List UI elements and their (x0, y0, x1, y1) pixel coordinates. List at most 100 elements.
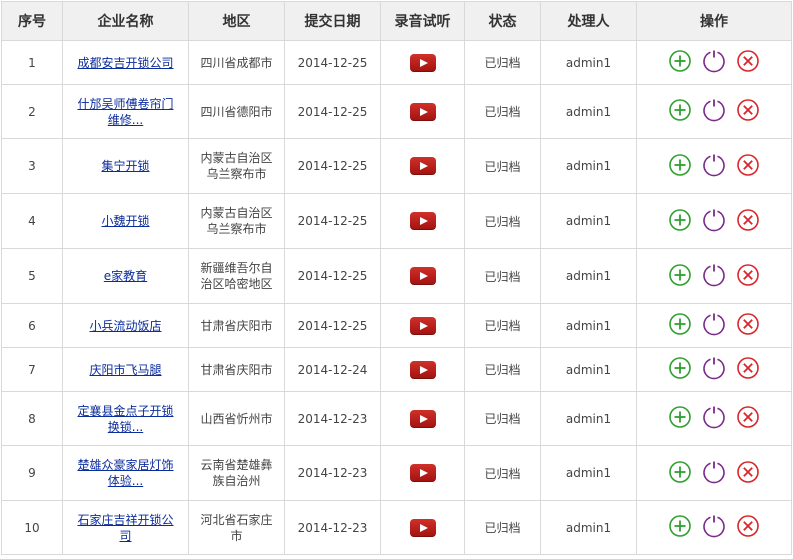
play-icon[interactable] (409, 316, 436, 335)
reset-circle-icon[interactable] (702, 514, 726, 538)
reset-circle-icon[interactable] (702, 263, 726, 287)
actions-cell (636, 347, 792, 392)
reset-circle-icon[interactable] (702, 98, 726, 122)
actions-cell (636, 500, 792, 555)
company-link[interactable]: 庆阳市飞马腿 (89, 362, 161, 378)
date-cell: 2014-12-25 (284, 248, 381, 304)
reset-circle-icon[interactable] (702, 405, 726, 429)
add-circle-icon[interactable] (668, 356, 692, 380)
reset-circle-icon[interactable] (702, 460, 726, 484)
reset-circle-icon[interactable] (702, 356, 726, 380)
company-link[interactable]: 集宁开锁 (101, 158, 149, 174)
table-row: 9 楚雄众豪家居灯饰体验... 云南省楚雄彝族自治州 2014-12-23 已归… (1, 445, 792, 501)
region-text: 内蒙古自治区乌兰察布市 (200, 151, 273, 181)
table-row: 7 庆阳市飞马腿 甘肃省庆阳市 2014-12-24 已归档 admin1 (1, 347, 792, 392)
audio-cell (380, 84, 465, 139)
add-circle-icon[interactable] (668, 460, 692, 484)
row-num: 3 (1, 138, 63, 194)
actions-cell (636, 303, 792, 348)
records-table: 序号 企业名称 地区 提交日期 录音试听 状态 处理人 操作 1 成都安吉开锁公… (1, 1, 792, 555)
add-circle-icon[interactable] (668, 49, 692, 73)
handler-cell: admin1 (540, 303, 637, 348)
play-icon[interactable] (409, 518, 436, 537)
company-link[interactable]: 楚雄众豪家居灯饰体验... (74, 457, 178, 489)
delete-circle-icon[interactable] (736, 49, 760, 73)
region-cell: 新疆维吾尔自治区哈密地区 (188, 248, 285, 304)
region-text: 云南省楚雄彝族自治州 (200, 458, 273, 488)
add-circle-icon[interactable] (668, 98, 692, 122)
delete-circle-icon[interactable] (736, 208, 760, 232)
status-cell: 已归档 (464, 193, 541, 249)
add-circle-icon[interactable] (668, 514, 692, 538)
play-icon[interactable] (409, 102, 436, 121)
delete-circle-icon[interactable] (736, 312, 760, 336)
row-num: 5 (1, 248, 63, 304)
add-circle-icon[interactable] (668, 312, 692, 336)
table-row: 1 成都安吉开锁公司 四川省成都市 2014-12-25 已归档 admin1 (1, 40, 792, 85)
date-cell: 2014-12-23 (284, 391, 381, 446)
date-cell: 2014-12-25 (284, 138, 381, 194)
date-cell: 2014-12-24 (284, 347, 381, 392)
date-cell: 2014-12-23 (284, 445, 381, 501)
header-num: 序号 (1, 1, 63, 41)
row-num: 10 (1, 500, 63, 555)
status-cell: 已归档 (464, 445, 541, 501)
add-circle-icon[interactable] (668, 405, 692, 429)
reset-circle-icon[interactable] (702, 153, 726, 177)
play-icon[interactable] (409, 157, 436, 175)
company-cell: 小魏开锁 (62, 193, 189, 249)
play-icon[interactable] (409, 409, 436, 428)
reset-circle-icon[interactable] (702, 312, 726, 336)
status-cell: 已归档 (464, 347, 541, 392)
add-circle-icon[interactable] (668, 263, 692, 287)
company-link[interactable]: 定襄县金点子开锁换锁... (74, 403, 178, 435)
handler-cell: admin1 (540, 347, 637, 392)
handler-cell: admin1 (540, 138, 637, 194)
reset-circle-icon[interactable] (702, 49, 726, 73)
header-actions: 操作 (636, 1, 792, 41)
play-icon[interactable] (409, 267, 436, 285)
play-icon[interactable] (409, 360, 436, 379)
delete-circle-icon[interactable] (736, 153, 760, 177)
delete-circle-icon[interactable] (736, 405, 760, 429)
table-row: 4 小魏开锁 内蒙古自治区乌兰察布市 2014-12-25 已归档 admin1 (1, 193, 792, 249)
add-circle-icon[interactable] (668, 208, 692, 232)
delete-circle-icon[interactable] (736, 460, 760, 484)
region-text: 内蒙古自治区乌兰察布市 (200, 206, 273, 236)
region-cell: 河北省石家庄市 (188, 500, 285, 555)
status-cell: 已归档 (464, 138, 541, 194)
company-link[interactable]: e家教育 (104, 268, 147, 284)
audio-cell (380, 347, 465, 392)
delete-circle-icon[interactable] (736, 514, 760, 538)
audio-cell (380, 500, 465, 555)
company-link[interactable]: 成都安吉开锁公司 (77, 55, 173, 71)
company-cell: 庆阳市飞马腿 (62, 347, 189, 392)
company-link[interactable]: 石家庄吉祥开锁公司 (74, 512, 178, 544)
table-row: 3 集宁开锁 内蒙古自治区乌兰察布市 2014-12-25 已归档 admin1 (1, 138, 792, 194)
reset-circle-icon[interactable] (702, 208, 726, 232)
play-icon[interactable] (409, 464, 436, 482)
play-icon[interactable] (409, 212, 436, 230)
handler-cell: admin1 (540, 40, 637, 85)
header-company: 企业名称 (62, 1, 189, 41)
status-cell: 已归档 (464, 303, 541, 348)
actions-cell (636, 40, 792, 85)
delete-circle-icon[interactable] (736, 263, 760, 287)
status-cell: 已归档 (464, 40, 541, 85)
company-cell: 集宁开锁 (62, 138, 189, 194)
company-cell: 什邡吴师傅卷帘门维修... (62, 84, 189, 139)
company-link[interactable]: 小魏开锁 (101, 213, 149, 229)
table-row: 10 石家庄吉祥开锁公司 河北省石家庄市 2014-12-23 已归档 admi… (1, 500, 792, 555)
region-cell: 云南省楚雄彝族自治州 (188, 445, 285, 501)
row-num: 1 (1, 40, 63, 85)
company-link[interactable]: 什邡吴师傅卷帘门维修... (74, 96, 178, 128)
company-link[interactable]: 小兵流动饭店 (89, 318, 161, 334)
delete-circle-icon[interactable] (736, 98, 760, 122)
play-icon[interactable] (409, 53, 436, 72)
region-cell: 四川省成都市 (188, 40, 285, 85)
date-cell: 2014-12-25 (284, 84, 381, 139)
add-circle-icon[interactable] (668, 153, 692, 177)
handler-cell: admin1 (540, 84, 637, 139)
delete-circle-icon[interactable] (736, 356, 760, 380)
table-row: 2 什邡吴师傅卷帘门维修... 四川省德阳市 2014-12-25 已归档 ad… (1, 84, 792, 139)
